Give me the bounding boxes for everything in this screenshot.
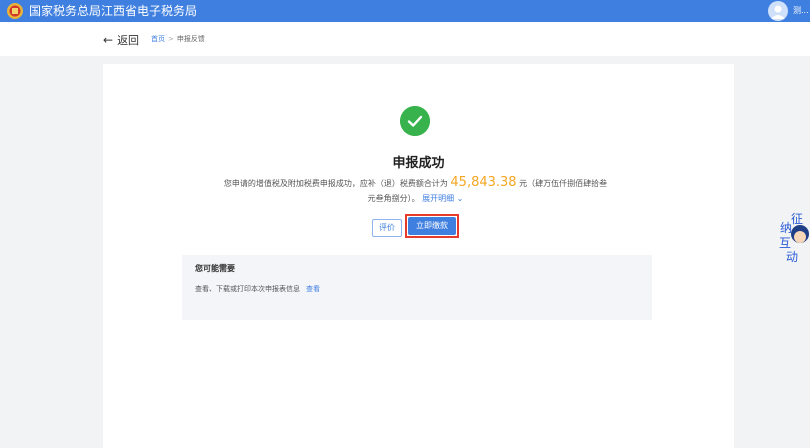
user-avatar[interactable] [768,1,788,21]
user-icon [771,5,785,19]
tax-bureau-logo-icon [7,3,23,19]
breadcrumb-bar: ← 返回 首页 > 申报反馈 [0,22,810,56]
suggestion-title: 您可能需要 [195,264,235,273]
interaction-mascot-icon[interactable]: 征 纳 互 动 [778,208,810,266]
result-card: 申报成功 您申请的增值税及附加税费申报成功，应补（退）税费额合计为 45,843… [103,64,734,448]
breadcrumb-current: 申报反馈 [176,35,205,43]
mascot-char: 纳 [780,221,792,235]
breadcrumb: 首页 > 申报反馈 [151,34,205,44]
view-link[interactable]: 查看 [306,285,320,293]
pay-now-button[interactable]: 立即缴款 [408,217,456,235]
success-check-icon [400,106,430,136]
breadcrumb-separator: > [168,35,174,43]
result-title: 申报成功 [392,156,445,171]
suggestion-item: 查看、下载或打印本次申报表信息 查看 [195,284,320,294]
back-button[interactable]: ← 返回 [103,32,139,48]
suggestion-text: 查看、下载或打印本次申报表信息 [195,285,300,293]
app-title: 国家税务总局江西省电子税务局 [29,4,198,18]
back-arrow-icon: ← [103,33,114,47]
mascot-char: 互 [779,236,791,250]
message-prefix: 您申请的增值税及附加税费申报成功，应补（退）税费额合计为 [223,179,448,188]
tax-amount: 45,843.38 [450,175,517,190]
top-header: 国家税务总局江西省电子税务局 测... [0,0,810,22]
mascot-char: 征 [791,212,803,226]
user-name[interactable]: 测... [793,5,809,16]
rate-button[interactable]: 评价 [372,219,402,237]
suggestion-panel: 您可能需要 查看、下载或打印本次申报表信息 查看 [182,255,652,320]
expand-details-link[interactable]: 展开明细 ⌄ [422,194,463,203]
mascot-char: 动 [786,250,798,264]
breadcrumb-home-link[interactable]: 首页 [151,35,165,43]
result-message: 您申请的增值税及附加税费申报成功，应补（退）税费额合计为 45,843.38 元… [223,175,608,206]
back-label: 返回 [117,34,140,47]
